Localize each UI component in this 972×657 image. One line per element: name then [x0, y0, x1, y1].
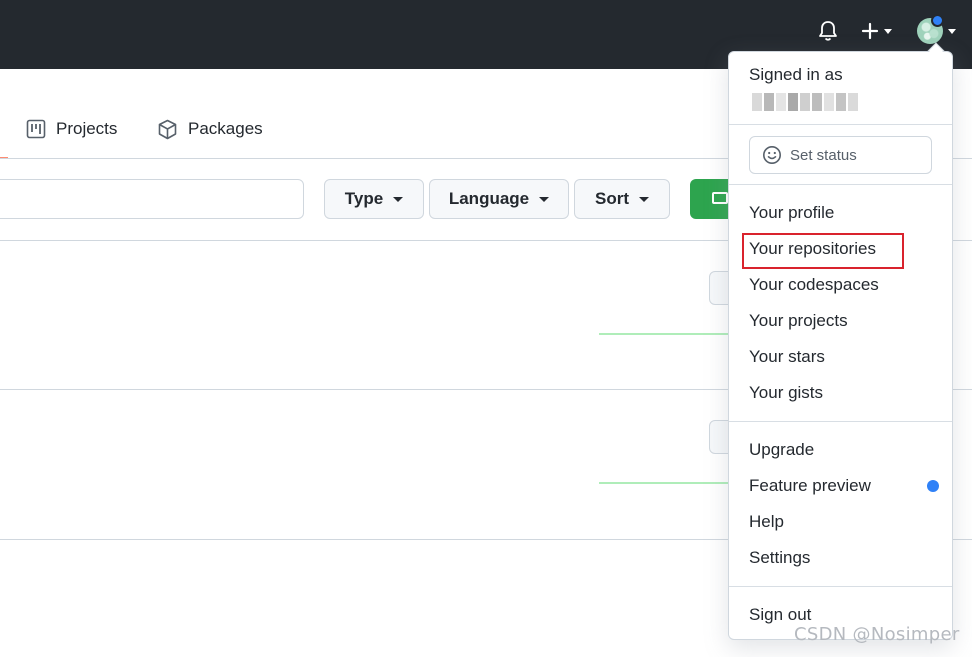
menu-item-your-gists[interactable]: Your gists — [749, 383, 823, 403]
type-filter-label: Type — [344, 189, 384, 208]
menu-item-your-profile[interactable]: Your profile — [749, 203, 834, 223]
watermark: CSDN @Nosimper — [794, 624, 960, 645]
menu-divider — [729, 586, 952, 587]
package-icon — [158, 119, 177, 139]
type-filter-button[interactable]: Type — [324, 179, 424, 219]
menu-item-settings[interactable]: Settings — [749, 548, 810, 568]
language-filter-button[interactable]: Language — [429, 179, 569, 219]
tab-packages[interactable]: Packages — [157, 116, 263, 142]
tab-label: Projects — [56, 119, 118, 138]
language-filter-label: Language — [448, 189, 530, 208]
feature-preview-indicator — [927, 480, 939, 492]
chevron-down-icon — [947, 28, 956, 34]
chevron-down-icon — [393, 196, 404, 202]
menu-divider — [729, 184, 952, 185]
activity-graph — [599, 333, 739, 335]
menu-item-your-codespaces[interactable]: Your codespaces — [749, 275, 879, 295]
chevron-down-icon — [639, 196, 649, 202]
project-board-icon — [26, 119, 46, 139]
tab-label: Packages — [188, 119, 263, 138]
repo-icon — [712, 192, 728, 204]
chevron-down-icon — [539, 196, 550, 202]
bell-icon — [819, 21, 837, 41]
set-status-label: Set status — [790, 146, 857, 164]
repository-search-input[interactable] — [0, 179, 304, 219]
menu-divider — [729, 124, 952, 125]
smiley-icon — [763, 146, 781, 164]
set-status-button[interactable]: Set status — [749, 136, 932, 174]
menu-item-your-projects[interactable]: Your projects — [749, 311, 848, 331]
activity-graph — [599, 482, 739, 484]
highlight-box — [742, 233, 904, 269]
menu-item-help[interactable]: Help — [749, 512, 784, 532]
notification-dot — [931, 14, 944, 27]
plus-icon — [861, 22, 878, 40]
sort-button[interactable]: Sort — [574, 179, 670, 219]
signed-in-label: Signed in as — [749, 65, 843, 84]
sort-label: Sort — [595, 189, 629, 208]
tab-projects[interactable]: Projects — [26, 116, 117, 142]
menu-item-upgrade[interactable]: Upgrade — [749, 440, 814, 460]
create-new-dropdown[interactable] — [855, 18, 897, 44]
menu-item-your-stars[interactable]: Your stars — [749, 347, 825, 367]
chevron-down-icon — [883, 28, 892, 34]
menu-item-feature-preview[interactable]: Feature preview — [749, 476, 871, 496]
menu-divider — [729, 421, 952, 422]
sign-out-button[interactable]: Sign out — [749, 605, 811, 625]
notifications-button[interactable] — [815, 18, 841, 44]
username-redacted — [752, 93, 858, 111]
